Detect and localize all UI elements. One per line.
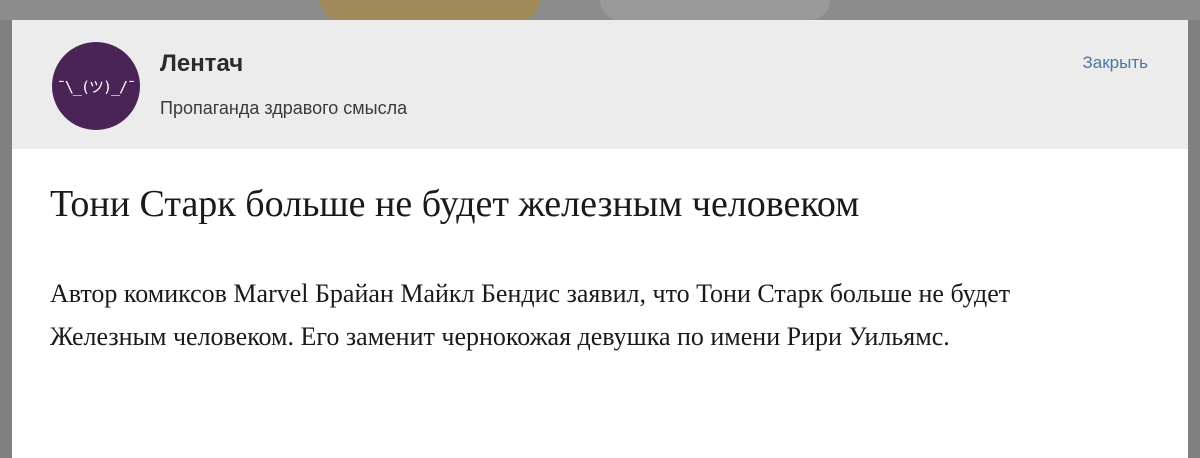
background-image-fragment	[600, 0, 830, 20]
background-image-fragment	[320, 0, 540, 20]
article-body: Автор комиксов Marvel Брайан Майкл Бенди…	[50, 279, 1011, 351]
close-button[interactable]: Закрыть	[1083, 53, 1148, 73]
shrug-logo-icon: ¯\_(ツ)_/¯	[56, 77, 136, 96]
community-avatar[interactable]: ¯\_(ツ)_/¯	[52, 42, 140, 130]
article-title: Тони Старк больше не будет железным чело…	[50, 183, 860, 225]
modal-header: ¯\_(ツ)_/¯ Лентач Пропаганда здравого смы…	[12, 20, 1188, 149]
community-status: Пропаганда здравого смысла	[160, 98, 408, 118]
post-modal: ¯\_(ツ)_/¯ Лентач Пропаганда здравого смы…	[12, 20, 1188, 458]
background-page-strip	[0, 0, 1200, 20]
community-name[interactable]: Лентач	[160, 50, 243, 78]
